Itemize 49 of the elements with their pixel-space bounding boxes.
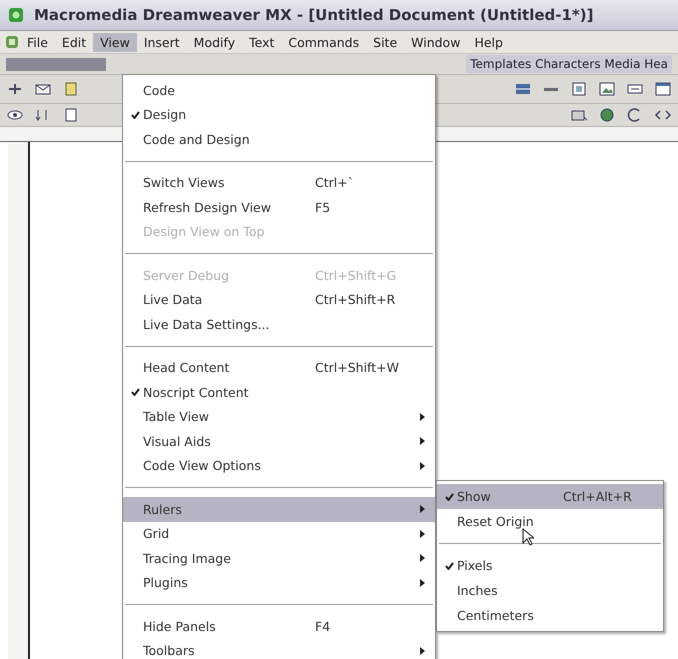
menu-item[interactable]: Visual Aids	[123, 429, 435, 454]
submenu-arrow-icon	[420, 646, 425, 655]
submenu-arrow-icon	[420, 462, 425, 470]
menu-item[interactable]: Rulers	[123, 497, 435, 522]
menu-title[interactable]: Help	[467, 32, 510, 52]
menu-item[interactable]: Code View Options	[123, 454, 435, 478]
menu-title[interactable]: Insert	[136, 32, 187, 52]
menu-item[interactable]: Head Content Ctrl+Shift+W	[123, 356, 435, 380]
menu-item[interactable]: Live Data Ctrl+Shift+R	[123, 288, 435, 312]
menu-title[interactable]: Text	[242, 32, 282, 52]
menu-item[interactable]: Grid	[123, 522, 435, 546]
submenu-arrow-icon	[420, 530, 425, 538]
menu-item[interactable]: Refresh Design View F5	[123, 195, 435, 220]
menu-item[interactable]: Code	[123, 78, 435, 102]
image-icon[interactable]	[598, 81, 616, 97]
table-icon[interactable]	[514, 81, 532, 97]
menu-item[interactable]: Inches	[437, 578, 663, 603]
menu-title[interactable]: Window	[404, 32, 468, 52]
app-icon	[8, 7, 24, 23]
menu-item[interactable]: Hide Panels F4	[123, 614, 435, 638]
globe-icon[interactable]	[598, 107, 616, 123]
menu-item[interactable]: Tracing Image	[123, 546, 435, 570]
menu-title[interactable]: File	[20, 32, 55, 52]
menu-item[interactable]: Switch Views Ctrl+`	[123, 170, 435, 195]
menu-title[interactable]: Edit	[54, 32, 94, 52]
menu-item[interactable]: Design	[123, 102, 435, 127]
pointer-icon	[522, 528, 534, 546]
window-title: Macromedia Dreamweaver MX - [Untitled Document (Untitled-1*)]	[34, 6, 594, 24]
menu-item[interactable]: Reset Origin	[437, 509, 663, 534]
submenu-arrow-icon	[420, 554, 425, 562]
submenu-arrow-icon	[420, 412, 425, 421]
menu-item[interactable]: Centimeters	[437, 603, 663, 628]
menu-title[interactable]: View	[93, 32, 137, 52]
menu-title[interactable]: Site	[366, 32, 404, 52]
submenu-arrow-icon	[420, 578, 425, 587]
menu-item[interactable]: Noscript Content	[123, 380, 435, 404]
menu-title[interactable]: Commands	[281, 32, 366, 52]
menu-item[interactable]: Plugins	[123, 570, 435, 595]
window-icon[interactable]	[654, 81, 672, 97]
menu-item[interactable]: Code and Design	[123, 127, 435, 152]
menu-item[interactable]: Pixels	[437, 553, 663, 578]
submenu-arrow-icon	[420, 437, 425, 446]
menu-item[interactable]: Show Ctrl+Alt+R	[437, 484, 663, 509]
menu-item[interactable]: Live Data Settings...	[123, 312, 435, 336]
submenu-arrow-icon	[420, 505, 425, 514]
menu-item[interactable]: Table View	[123, 404, 435, 429]
menu-title[interactable]: Modify	[186, 32, 242, 52]
menu-item[interactable]: Toolbars	[123, 638, 435, 659]
insert-bar-tabs[interactable]: Templates Characters Media Hea	[466, 55, 672, 73]
